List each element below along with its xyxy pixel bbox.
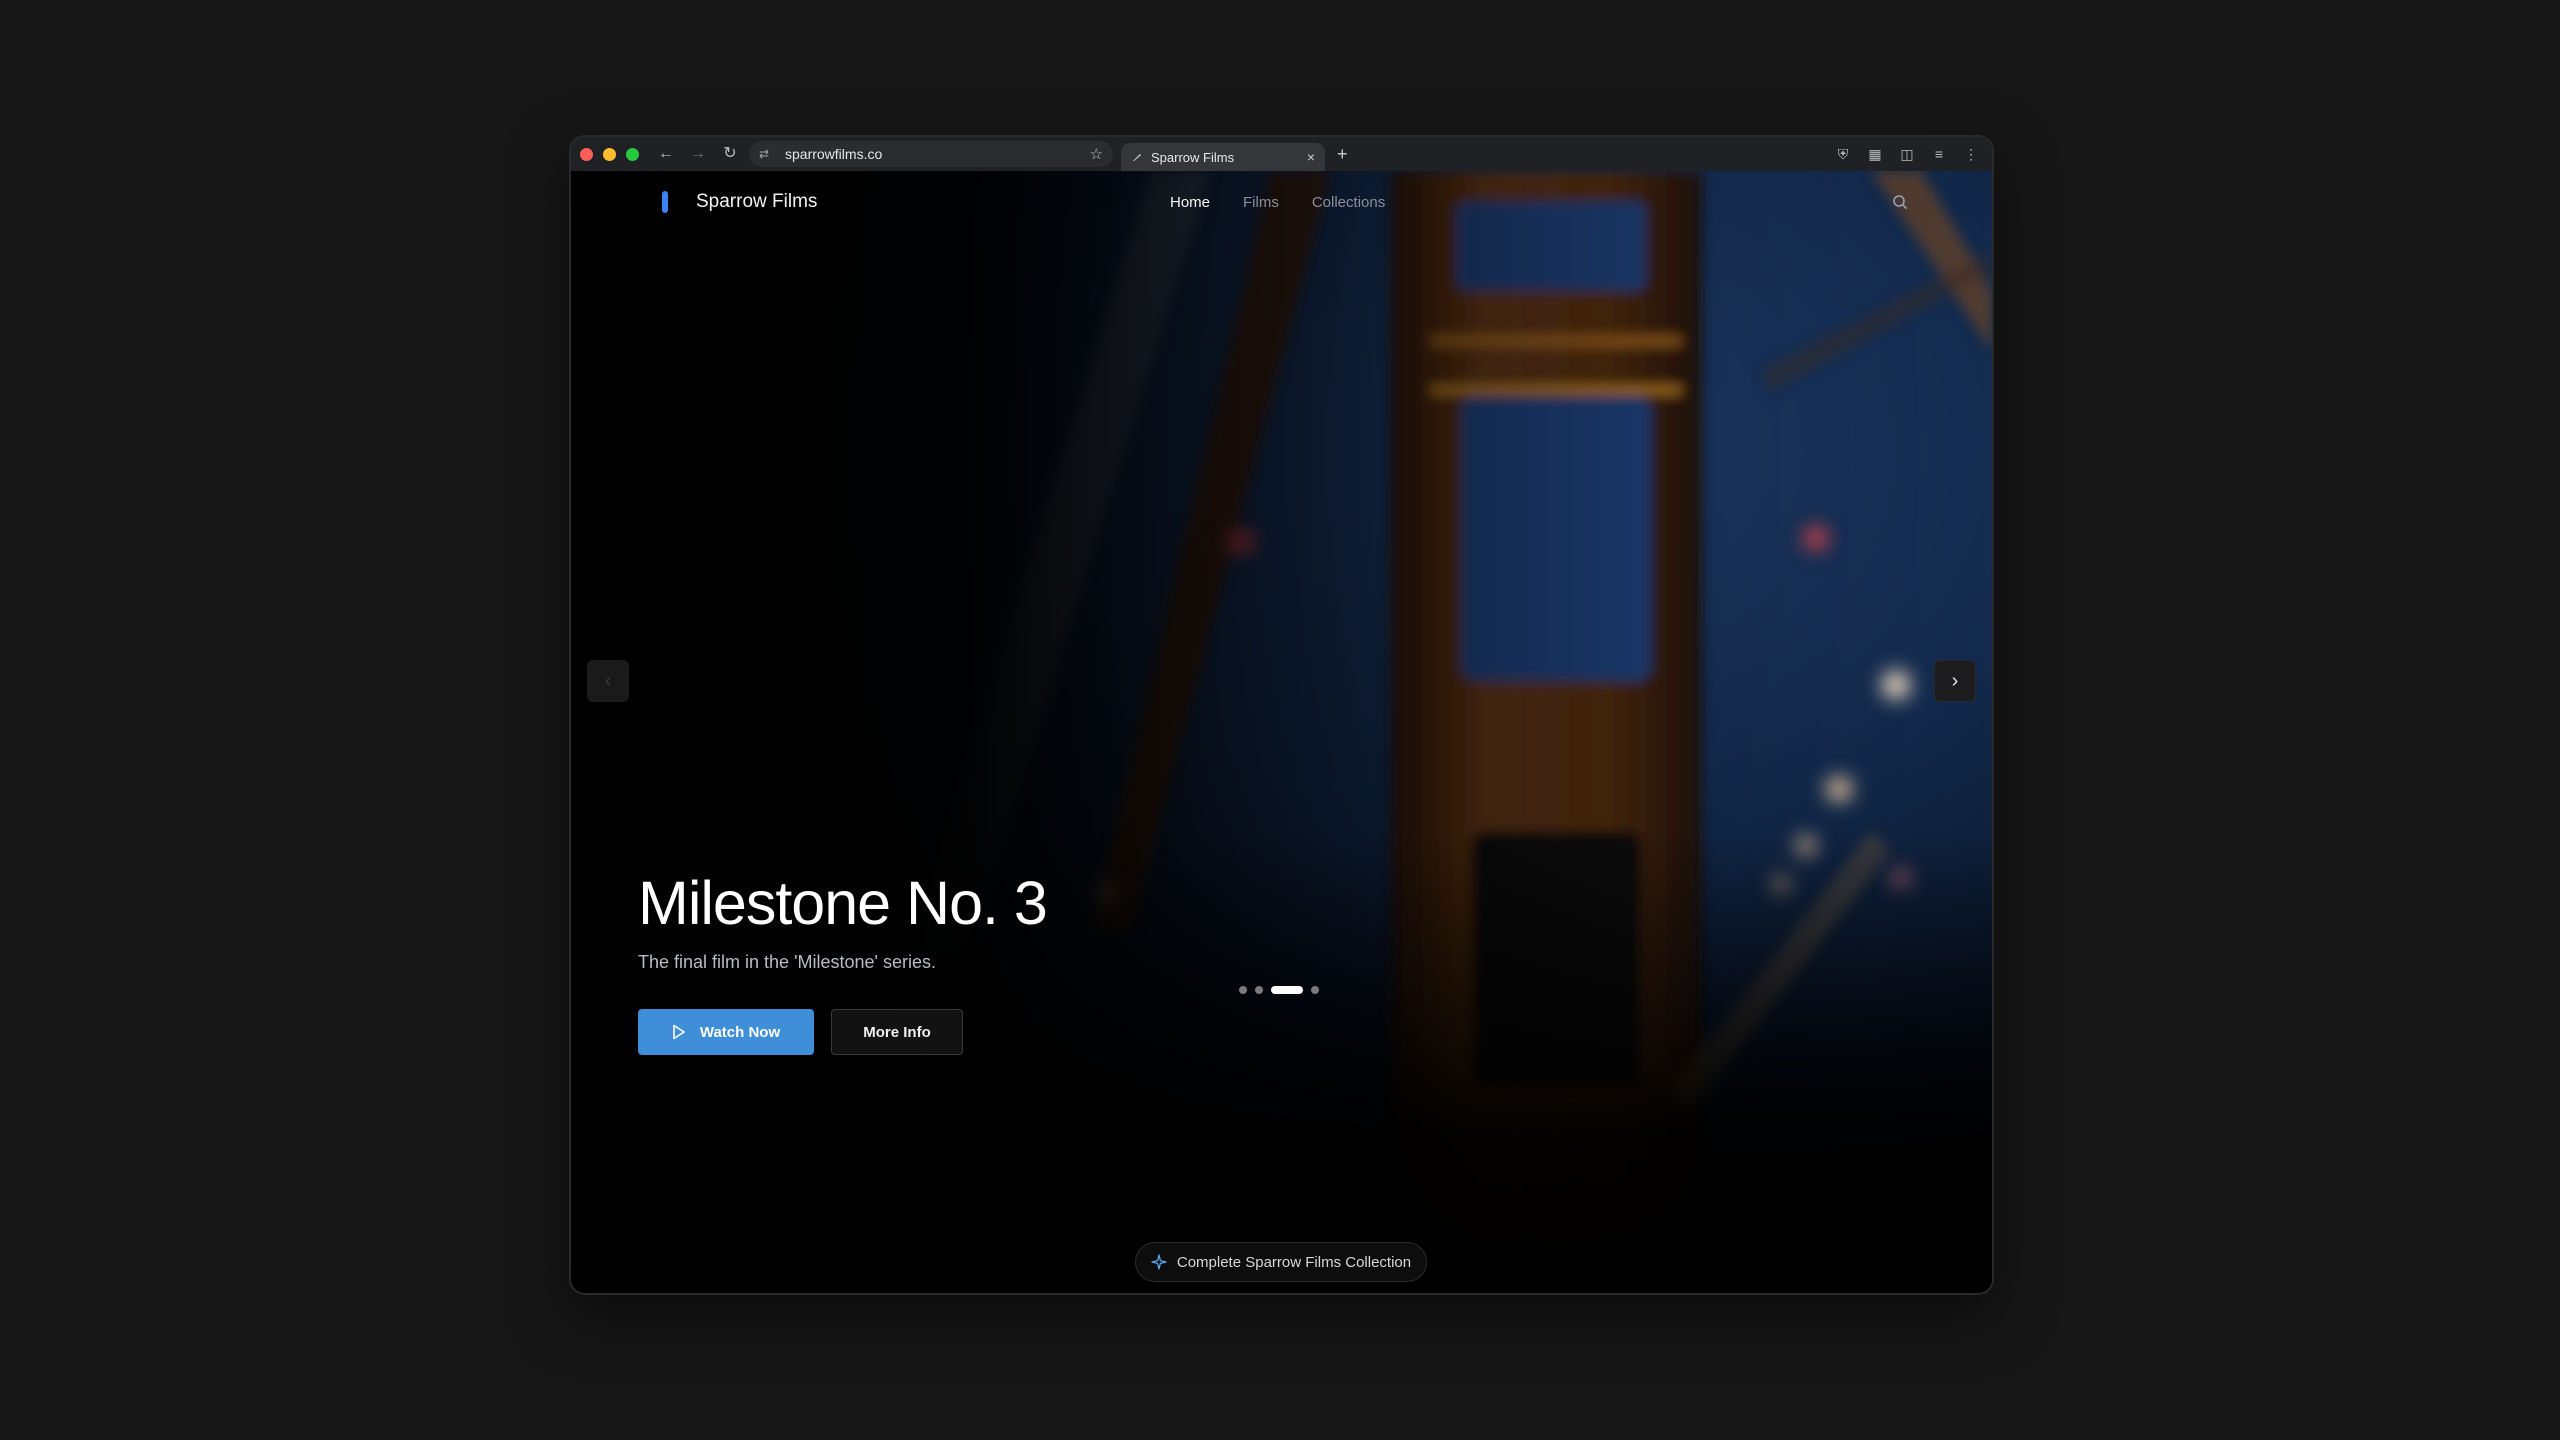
browser-toolbar: ← → ↻ ⇄ sparrowfilms.co ☆ Sparrow Films …	[571, 137, 1992, 171]
nav-collections[interactable]: Collections	[1312, 194, 1385, 211]
carousel-dot[interactable]	[1255, 986, 1263, 994]
address-bar[interactable]: ⇄ sparrowfilms.co ☆	[749, 141, 1113, 167]
menu-icon[interactable]: ⋮	[1962, 146, 1980, 163]
nav-films[interactable]: Films	[1243, 194, 1279, 211]
hero-content: Milestone No. 3 The final film in the 'M…	[638, 868, 1048, 1055]
browser-extensions: ⛨ ▦ ◫ ≡ ⋮	[1834, 146, 1980, 163]
window-controls	[580, 147, 639, 161]
sparkle-icon	[1151, 1254, 1167, 1270]
more-info-button[interactable]: More Info	[831, 1009, 963, 1055]
carousel-dot[interactable]	[1311, 986, 1319, 994]
reload-icon[interactable]: ↻	[721, 145, 739, 163]
new-tab-button[interactable]: +	[1337, 144, 1348, 165]
browser-tab[interactable]: Sparrow Films ×	[1121, 143, 1325, 171]
forward-icon[interactable]: →	[689, 145, 707, 163]
chevron-left-icon: ‹	[604, 669, 612, 692]
back-icon[interactable]: ←	[657, 145, 675, 163]
maximize-window-button[interactable]	[626, 147, 639, 161]
web-page: Sparrow Films Home Films Collections ‹ ›…	[571, 171, 1992, 1293]
play-icon	[673, 1024, 685, 1040]
browser-nav: ← → ↻	[657, 145, 739, 163]
carousel-dot[interactable]	[1239, 986, 1247, 994]
watch-now-button[interactable]: Watch Now	[638, 1009, 814, 1055]
carousel-prev-button[interactable]: ‹	[587, 660, 629, 702]
favicon-icon	[1131, 151, 1143, 163]
extension-icon[interactable]: ▦	[1866, 146, 1884, 163]
brand-name: Sparrow Films	[696, 191, 818, 212]
site-settings-icon[interactable]: ⇄	[759, 147, 777, 161]
hero-title: Milestone No. 3	[638, 869, 1048, 937]
close-window-button[interactable]	[580, 147, 593, 161]
bookmark-star-icon[interactable]: ☆	[1090, 145, 1103, 163]
nav-home[interactable]: Home	[1170, 194, 1210, 211]
puzzle-icon[interactable]: ◫	[1898, 146, 1916, 163]
logo-mark-icon	[662, 191, 668, 213]
browser-window: ← → ↻ ⇄ sparrowfilms.co ☆ Sparrow Films …	[571, 137, 1992, 1293]
collection-chip[interactable]: Complete Sparrow Films Collection	[1135, 1242, 1427, 1282]
site-header: Sparrow Films Home Films Collections	[571, 171, 1992, 233]
hero-actions: Watch Now More Info	[638, 1009, 1047, 1055]
carousel-indicators	[1239, 986, 1319, 994]
search-icon[interactable]	[1891, 193, 1909, 211]
tab-title: Sparrow Films	[1151, 149, 1235, 165]
tab-close-icon[interactable]: ×	[1307, 149, 1315, 165]
url-text[interactable]: sparrowfilms.co	[785, 146, 1090, 162]
chevron-right-icon: ›	[1951, 669, 1959, 692]
main-nav: Home Films Collections	[1170, 194, 1385, 211]
site-logo[interactable]: Sparrow Films	[662, 191, 817, 213]
carousel-next-button[interactable]: ›	[1934, 660, 1976, 702]
shield-icon[interactable]: ⛨	[1834, 146, 1852, 163]
carousel-dot-active[interactable]	[1271, 986, 1303, 994]
watch-now-label: Watch Now	[699, 1023, 781, 1041]
collection-chip-label: Complete Sparrow Films Collection	[1176, 1253, 1412, 1271]
media-icon[interactable]: ≡	[1930, 146, 1948, 162]
hero-subtitle: The final film in the 'Milestone' series…	[638, 952, 936, 972]
minimize-window-button[interactable]	[603, 147, 616, 161]
